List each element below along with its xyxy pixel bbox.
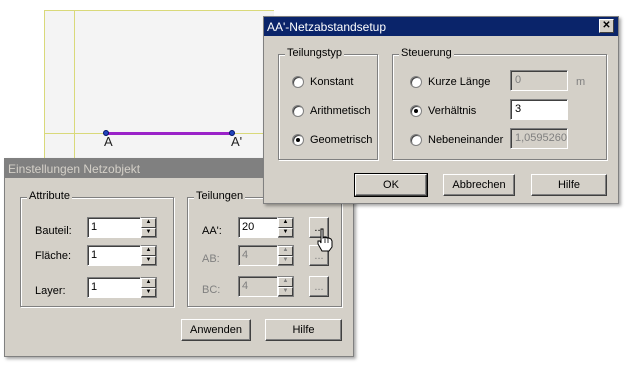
spin-down-icon[interactable]: ▼: [278, 255, 293, 265]
radio-icon[interactable]: [410, 134, 422, 146]
abbrechen-button[interactable]: Abbrechen: [443, 174, 515, 196]
anwenden-button[interactable]: Anwenden: [181, 319, 251, 341]
spin-up-icon[interactable]: ▲: [278, 277, 293, 287]
teilungen-group: Teilungen AA': 20 ▲ ▼ ... AB: 4 ▲ ▼ ... …: [187, 190, 342, 307]
teilungstyp-group-label: Teilungstyp: [285, 47, 345, 59]
teilungen-group-label: Teilungen: [194, 190, 246, 202]
radio-arithmetisch-label: Arithmetisch: [310, 105, 371, 117]
spin-up-icon[interactable]: ▲: [278, 218, 293, 228]
aa-spin-arrows[interactable]: ▲ ▼: [278, 217, 294, 238]
radio-icon[interactable]: [410, 76, 422, 88]
radio-nebeneinander-label: Nebeneinander: [428, 134, 504, 146]
radio-selected-icon[interactable]: [292, 134, 304, 146]
mesh-edge-aa[interactable]: [106, 132, 232, 135]
netzabstand-dialog: AA'-Netzabstandsetup ✕ Teilungstyp Konst…: [263, 16, 619, 204]
einstellungen-title: Einstellungen Netzobjekt: [8, 161, 141, 176]
bc-label: BC:: [202, 284, 221, 296]
close-icon[interactable]: ✕: [599, 19, 614, 33]
radio-icon[interactable]: [292, 105, 304, 117]
bc-stepper[interactable]: 4 ▲ ▼: [238, 276, 294, 297]
ab-value[interactable]: 4: [238, 245, 278, 266]
attribute-group: Attribute Bauteil: 1 ▲ ▼ Fläche: 1 ▲ ▼ L…: [20, 190, 174, 307]
spin-down-icon[interactable]: ▼: [141, 255, 156, 265]
radio-kurze-laenge[interactable]: Kurze Länge: [410, 76, 490, 88]
ab-stepper[interactable]: 4 ▲ ▼: [238, 245, 294, 266]
layer-stepper[interactable]: 1 ▲ ▼: [87, 277, 157, 298]
label-a: A: [104, 134, 113, 149]
spin-up-icon[interactable]: ▲: [141, 218, 156, 228]
label-a-prime: A': [231, 134, 243, 149]
aa-label: AA':: [202, 225, 222, 237]
flaeche-stepper[interactable]: 1 ▲ ▼: [87, 245, 157, 266]
radio-selected-icon[interactable]: [410, 105, 422, 117]
radio-icon[interactable]: [292, 76, 304, 88]
kurze-laenge-field[interactable]: 0: [510, 70, 568, 91]
bc-spin-arrows[interactable]: ▲ ▼: [278, 276, 294, 297]
nebeneinander-field[interactable]: 1,0595260: [510, 128, 568, 149]
verhaeltnis-field[interactable]: 3: [510, 99, 568, 120]
bc-more-button[interactable]: ...: [309, 276, 329, 297]
hand-pointer-icon: [317, 228, 333, 252]
steuerung-group: Steuerung Kurze Länge 0 m Verhältnis 3 N…: [392, 47, 607, 160]
bauteil-label: Bauteil:: [35, 225, 72, 237]
spin-down-icon[interactable]: ▼: [141, 287, 156, 297]
radio-arithmetisch[interactable]: Arithmetisch: [292, 105, 371, 117]
radio-verhaeltnis-label: Verhältnis: [428, 105, 477, 117]
bc-value[interactable]: 4: [238, 276, 278, 297]
layer-label: Layer:: [35, 285, 66, 297]
ab-spin-arrows[interactable]: ▲ ▼: [278, 245, 294, 266]
bauteil-spin-arrows[interactable]: ▲ ▼: [141, 217, 157, 238]
flaeche-spin-arrows[interactable]: ▲ ▼: [141, 245, 157, 266]
teilungstyp-group: Teilungstyp Konstant Arithmetisch Geomet…: [278, 47, 378, 160]
spin-up-icon[interactable]: ▲: [141, 278, 156, 288]
radio-nebeneinander[interactable]: Nebeneinander: [410, 134, 503, 146]
netz-hilfe-button[interactable]: Hilfe: [531, 174, 607, 196]
aa-stepper[interactable]: 20 ▲ ▼: [238, 217, 294, 238]
layer-value[interactable]: 1: [87, 277, 141, 298]
aa-value[interactable]: 20: [238, 217, 278, 238]
bauteil-stepper[interactable]: 1 ▲ ▼: [87, 217, 157, 238]
spin-down-icon[interactable]: ▼: [278, 286, 293, 296]
radio-geometrisch-label: Geometrisch: [310, 134, 373, 146]
flaeche-value[interactable]: 1: [87, 245, 141, 266]
spin-up-icon[interactable]: ▲: [141, 246, 156, 256]
spin-up-icon[interactable]: ▲: [278, 246, 293, 256]
radio-verhaeltnis[interactable]: Verhältnis: [410, 105, 476, 117]
spin-down-icon[interactable]: ▼: [278, 227, 293, 237]
netzabstand-title: AA'-Netzabstandsetup: [267, 19, 387, 34]
ab-label: AB:: [202, 253, 220, 265]
netzabstand-titlebar[interactable]: AA'-Netzabstandsetup: [264, 17, 618, 36]
radio-konstant-label: Konstant: [310, 76, 354, 88]
einstellungen-hilfe-button[interactable]: Hilfe: [265, 319, 342, 341]
radio-kurze-laenge-label: Kurze Länge: [428, 76, 491, 88]
radio-geometrisch[interactable]: Geometrisch: [292, 134, 372, 146]
radio-konstant[interactable]: Konstant: [292, 76, 353, 88]
flaeche-label: Fläche:: [35, 250, 72, 262]
steuerung-group-label: Steuerung: [399, 47, 454, 59]
bauteil-value[interactable]: 1: [87, 217, 141, 238]
attribute-group-label: Attribute: [27, 190, 72, 202]
layer-spin-arrows[interactable]: ▲ ▼: [141, 277, 157, 298]
kurze-laenge-unit: m: [576, 76, 586, 88]
ok-button[interactable]: OK: [354, 173, 428, 197]
spin-down-icon[interactable]: ▼: [141, 227, 156, 237]
